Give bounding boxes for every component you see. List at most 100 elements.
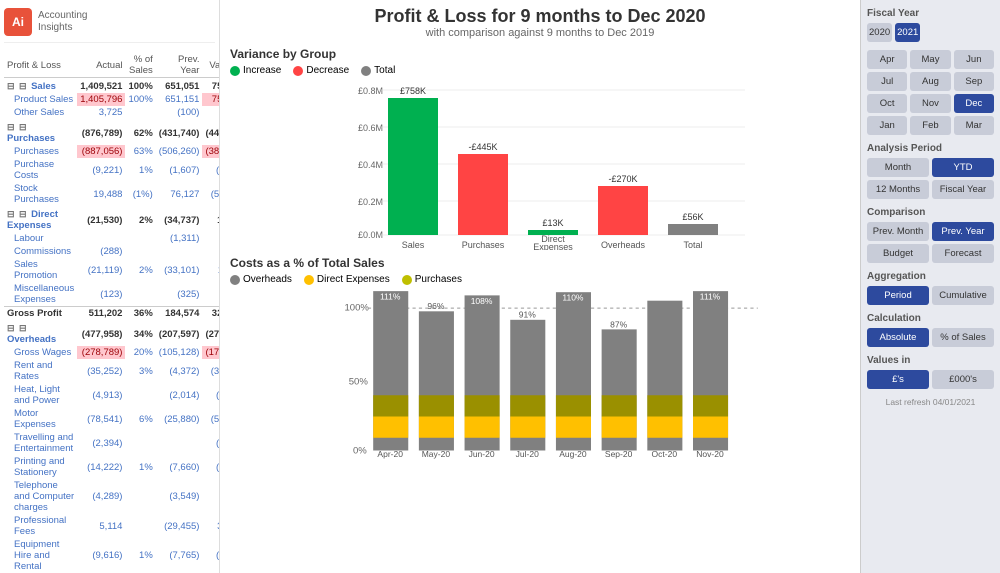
pl-row-cell: (2,899): [202, 383, 220, 407]
pl-row-cell: (288): [202, 245, 220, 258]
month-nov[interactable]: Nov: [910, 94, 950, 113]
costs-bar-nov-direct: [693, 417, 728, 438]
logo-icon: Ai: [4, 8, 32, 36]
legend-total: Total: [361, 65, 395, 76]
calc-pct-sales[interactable]: % of Sales: [932, 328, 994, 347]
pl-row-cell: (1,311): [156, 232, 203, 245]
logo-area: Ai Accounting Insights: [4, 8, 215, 43]
analysis-period-section: Analysis Period Month YTD 12 Months Fisc…: [867, 143, 994, 199]
comparison-buttons: Prev. Month Prev. Year Budget Forecast: [867, 222, 994, 263]
costs-bar-aug-purch: [556, 395, 591, 416]
pl-row-cell: 34,569: [202, 514, 220, 538]
period-ytd[interactable]: YTD: [932, 158, 994, 177]
month-jan[interactable]: Jan: [867, 116, 907, 135]
pl-row-cell: (9,221): [77, 158, 125, 182]
costs-bar-jun-direct: [465, 417, 500, 438]
month-jun[interactable]: Jun: [954, 50, 994, 69]
svg-text:-£270K: -£270K: [608, 174, 637, 184]
costs-bar-jul-purch: [510, 395, 545, 416]
legend-purchases-cost: Purchases: [402, 274, 462, 285]
compare-prev-year[interactable]: Prev. Year: [932, 222, 994, 241]
pl-row-cell: 63%: [125, 145, 155, 158]
svg-text:£758K: £758K: [400, 86, 426, 96]
pl-row-cell: 100%: [125, 93, 155, 106]
pl-row-label: Stock Purchases: [4, 182, 77, 206]
costs-chart: 100% 50% 0% 111% 96% 1: [230, 289, 850, 459]
svg-text:108%: 108%: [471, 296, 493, 306]
compare-prev-month[interactable]: Prev. Month: [867, 222, 929, 241]
pl-row-label: Heat, Light and Power: [4, 383, 77, 407]
pl-row-cell: 758,470: [202, 78, 220, 94]
aggregation-buttons: Period Cumulative: [867, 286, 994, 305]
pl-row-label: ⊟ ⊟ Overheads: [4, 320, 77, 346]
compare-forecast[interactable]: Forecast: [932, 244, 994, 263]
pl-row-cell: (2,394): [202, 431, 220, 455]
aggregation-title: Aggregation: [867, 271, 994, 282]
aggregation-section: Aggregation Period Cumulative: [867, 271, 994, 305]
month-aug[interactable]: Aug: [910, 72, 950, 91]
pl-row-cell: 3%: [125, 359, 155, 383]
month-feb[interactable]: Feb: [910, 116, 950, 135]
compare-budget[interactable]: Budget: [867, 244, 929, 263]
pl-row-cell: [125, 282, 155, 307]
increase-dot: [230, 66, 240, 76]
svg-text:111%: 111%: [380, 292, 401, 302]
pl-row-cell: 1%: [125, 158, 155, 182]
period-fiscalyear[interactable]: Fiscal Year: [932, 180, 994, 199]
agg-period[interactable]: Period: [867, 286, 929, 305]
pl-row-cell: 5,114: [77, 514, 125, 538]
svg-text:Purchases: Purchases: [462, 240, 505, 250]
costs-chart-section: Costs as a % of Total Sales Overheads Di…: [230, 256, 850, 459]
costs-legend: Overheads Direct Expenses Purchases: [230, 274, 850, 285]
analysis-period-title: Analysis Period: [867, 143, 994, 154]
pl-row-cell: (207,597): [156, 320, 203, 346]
svg-text:111%: 111%: [700, 292, 721, 302]
month-oct[interactable]: Oct: [867, 94, 907, 113]
pl-row-cell: [156, 431, 203, 455]
calc-absolute[interactable]: Absolute: [867, 328, 929, 347]
pl-row-cell: (52,662): [202, 407, 220, 431]
svg-text:Apr-20: Apr-20: [377, 449, 403, 459]
agg-cumulative[interactable]: Cumulative: [932, 286, 994, 305]
month-dec[interactable]: Dec: [954, 94, 994, 113]
pl-row-cell: (740): [202, 479, 220, 514]
period-12months[interactable]: 12 Months: [867, 180, 929, 199]
val-thousands[interactable]: £000's: [932, 370, 994, 389]
period-month[interactable]: Month: [867, 158, 929, 177]
month-apr[interactable]: Apr: [867, 50, 907, 69]
svg-text:96%: 96%: [427, 301, 444, 311]
svg-text:Aug-20: Aug-20: [559, 449, 587, 459]
pl-row-cell: [125, 479, 155, 514]
svg-text:Jun-20: Jun-20: [469, 449, 495, 459]
pl-row-label: Miscellaneous Expenses: [4, 282, 77, 307]
pl-row-cell: (3,549): [156, 479, 203, 514]
pl-row-label: Telephone and Computer charges: [4, 479, 77, 514]
fiscal-2020-button[interactable]: 2020: [867, 23, 892, 42]
overheads-label: Overheads: [243, 274, 292, 285]
costs-bar-oct-direct: [647, 417, 682, 438]
val-pounds[interactable]: £'s: [867, 370, 929, 389]
legend-direct-exp: Direct Expenses: [304, 274, 390, 285]
pl-row-cell: 754,645: [202, 93, 220, 106]
purchases-cost-label: Purchases: [415, 274, 462, 285]
month-mar[interactable]: Mar: [954, 116, 994, 135]
fiscal-2021-button[interactable]: 2021: [895, 23, 920, 42]
calculation-section: Calculation Absolute % of Sales: [867, 313, 994, 347]
month-jul[interactable]: Jul: [867, 72, 907, 91]
svg-text:Expenses: Expenses: [533, 242, 573, 250]
pl-row-cell: [77, 232, 125, 245]
pl-row-cell: 76,127: [156, 182, 203, 206]
pl-row-cell: 13,207: [202, 206, 220, 232]
svg-text:£0.8M: £0.8M: [358, 86, 383, 96]
month-may[interactable]: May: [910, 50, 950, 69]
pl-row-cell: (278,789): [77, 346, 125, 359]
main-subtitle: with comparison against 9 months to Dec …: [230, 27, 850, 39]
pl-row-cell: (33,101): [156, 258, 203, 282]
pl-row-cell: (29,455): [156, 514, 203, 538]
variance-legend: Increase Decrease Total: [230, 65, 850, 76]
pl-row-label: ⊟ ⊟ Direct Expenses: [4, 206, 77, 232]
svg-text:91%: 91%: [519, 310, 536, 320]
pl-row-label: Sales Promotion: [4, 258, 77, 282]
svg-text:Nov-20: Nov-20: [696, 449, 724, 459]
month-sep[interactable]: Sep: [954, 72, 994, 91]
